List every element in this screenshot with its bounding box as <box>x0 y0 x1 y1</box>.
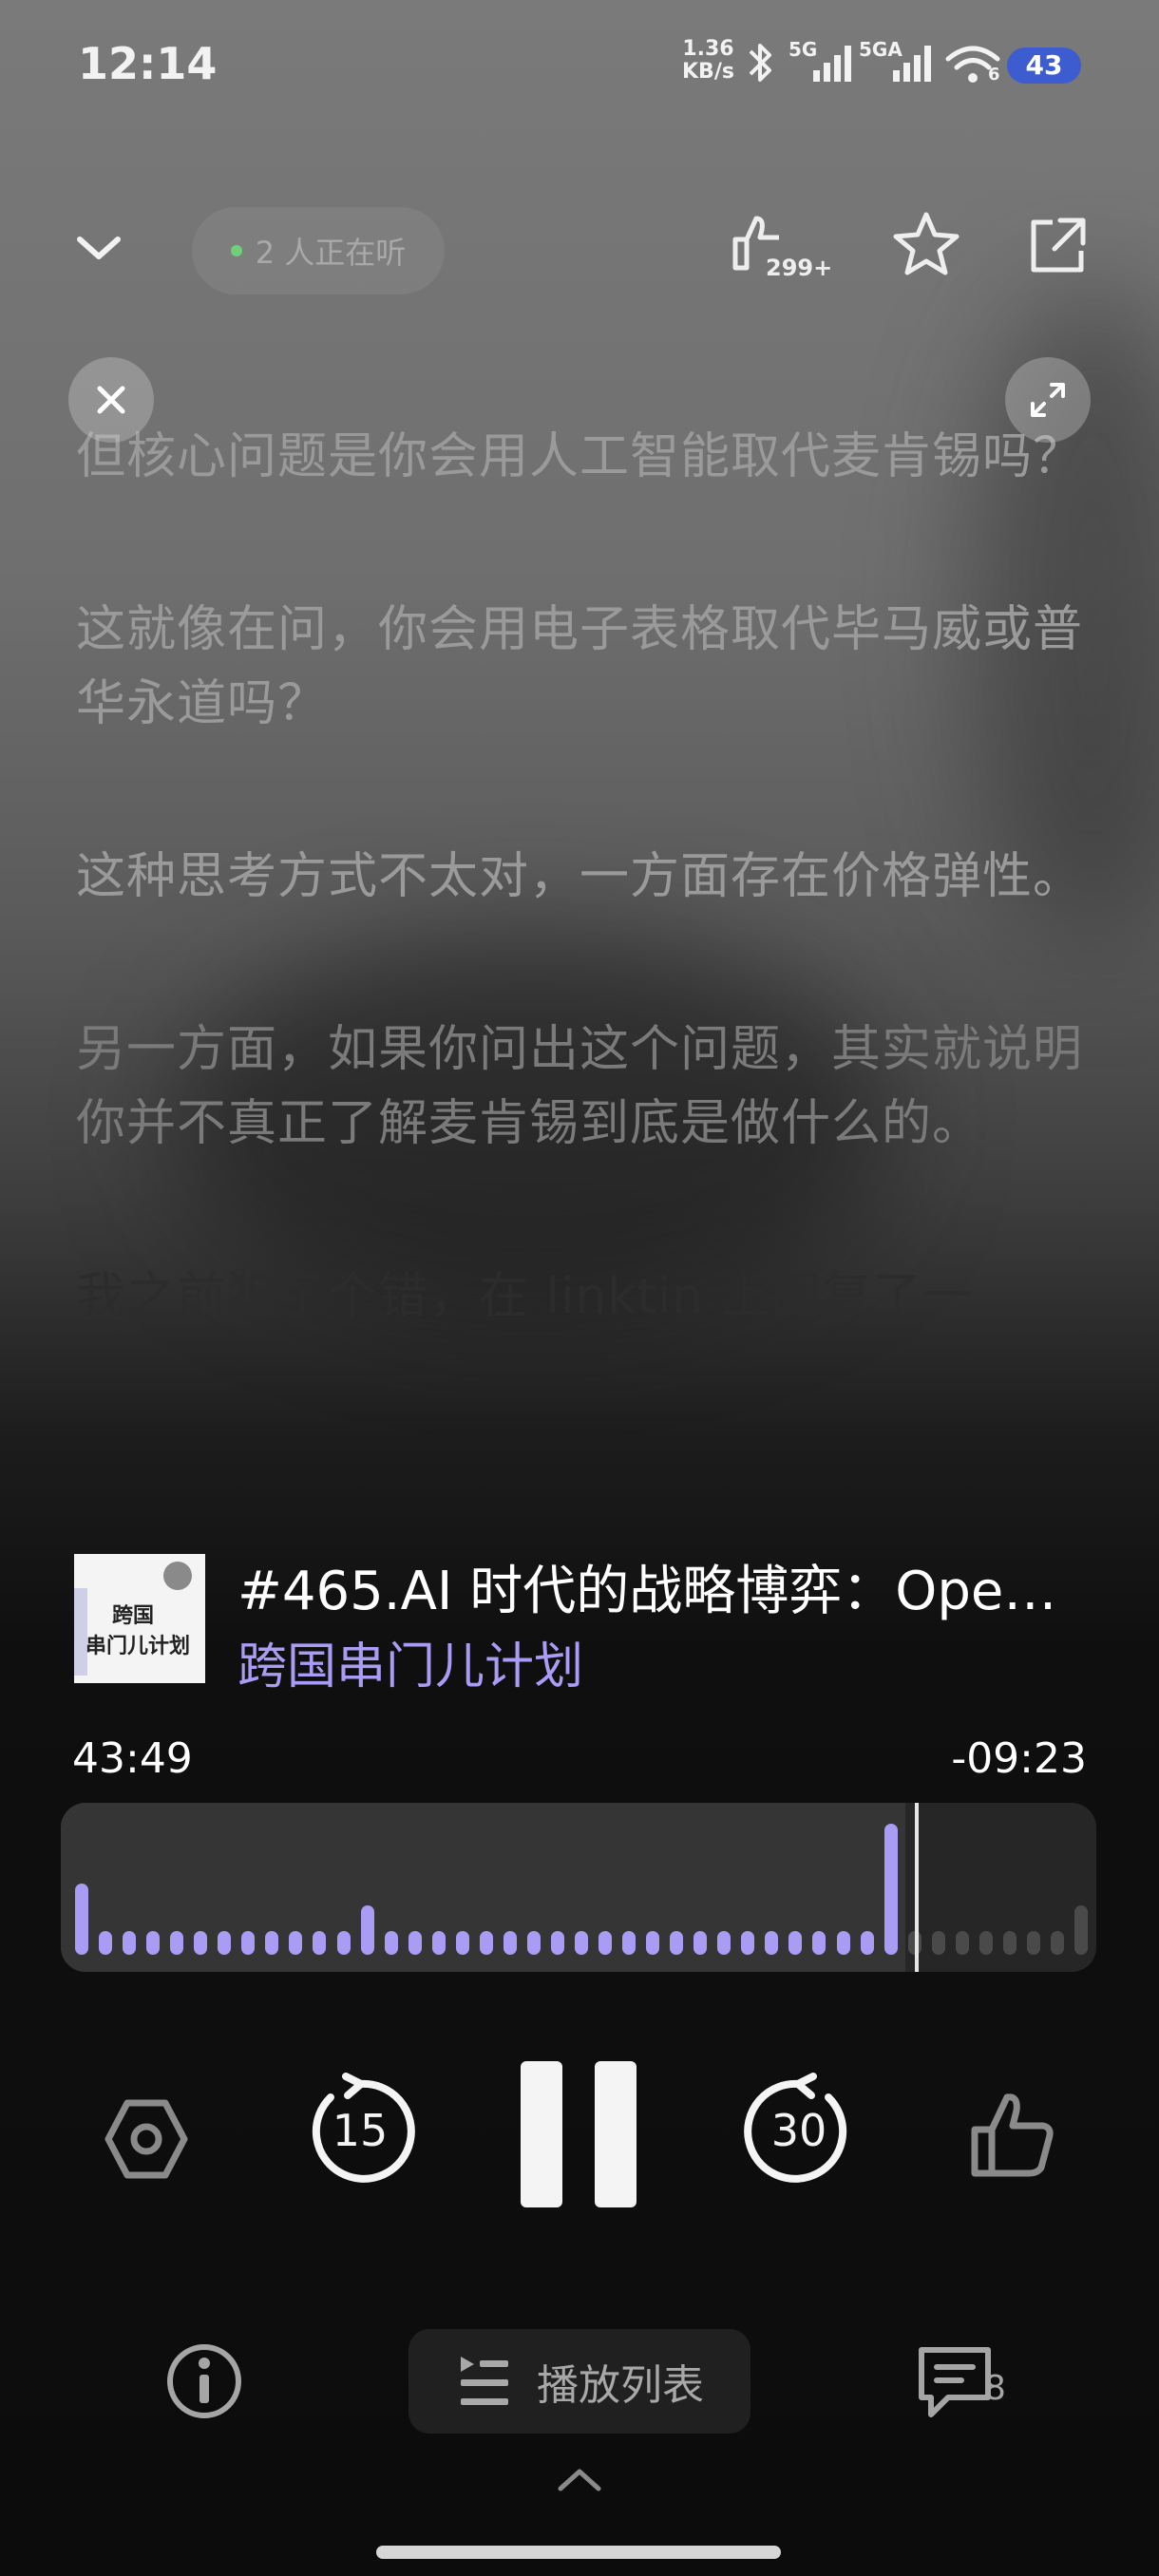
waveform-bar <box>694 1930 708 1955</box>
close-transcript-button[interactable] <box>68 357 154 443</box>
thumbs-up-icon[interactable] <box>967 2088 1058 2181</box>
transcript-paragraph: 另一方面，如果你问出这个问题，其实就说明你并不真正了解麦肯锡到底是做什么的。 <box>76 1021 1084 1152</box>
waveform-bar <box>170 1930 184 1955</box>
transcript-paragraph: 我之前犯了个错，在 linktin 上回复了一 <box>76 1268 973 1316</box>
waveform-bar <box>360 1904 374 1955</box>
playlist-button[interactable]: 播放列表 <box>408 2329 750 2434</box>
waveform-bar <box>455 1930 469 1955</box>
waveform-scrubber[interactable] <box>61 1803 1096 1972</box>
waveform-bar <box>194 1930 208 1955</box>
expand-transcript-button[interactable] <box>1005 357 1091 443</box>
waveform-bar <box>717 1930 732 1955</box>
comment-count: 8 <box>984 2369 1006 2408</box>
elapsed-time: 43:49 <box>72 1734 193 1783</box>
status-time: 12:14 <box>78 38 218 89</box>
settings-hexagon-icon[interactable] <box>103 2095 190 2183</box>
playlist-label: 播放列表 <box>537 2361 704 2410</box>
waveform-bar <box>765 1930 779 1955</box>
waveform-bar <box>123 1930 137 1955</box>
cover-text-line: 跨国 <box>112 1604 155 1628</box>
waveform-bar <box>931 1930 945 1955</box>
rewind-15-icon[interactable]: 15 <box>302 2073 418 2188</box>
home-indicator[interactable] <box>376 2546 781 2559</box>
waveform-bar <box>479 1930 493 1955</box>
expand-icon <box>1031 383 1065 417</box>
share-icon[interactable] <box>1026 215 1089 277</box>
waveform-bar <box>741 1930 755 1955</box>
waveform-bar <box>241 1930 256 1955</box>
waveform-bar <box>812 1930 826 1955</box>
rewind-seconds: 15 <box>332 2105 389 2156</box>
waveform-bar <box>336 1930 351 1955</box>
cover-text-line: 串门儿计划 <box>86 1635 191 1658</box>
collapse-chevron-icon[interactable] <box>74 226 124 268</box>
star-icon[interactable] <box>891 209 961 279</box>
remaining-time: -09:23 <box>951 1734 1087 1783</box>
transcript-paragraph: 但核心问题是你会用人工智能取代麦肯锡吗？ <box>76 428 1084 485</box>
close-icon <box>97 386 125 414</box>
waveform-bar <box>289 1930 303 1955</box>
waveform-bar <box>836 1930 850 1955</box>
waveform-bar <box>99 1930 113 1955</box>
pause-button-right[interactable] <box>595 2061 636 2207</box>
episode-title[interactable]: #465.AI 时代的战略博弈：OpenAI、Anthropic 与 Googl… <box>238 1548 1074 1625</box>
playlist-icon <box>461 2357 508 2405</box>
cover-art <box>163 1562 192 1590</box>
waveform-bar <box>1074 1904 1088 1955</box>
cover-text: 跨国 串门儿计划 <box>86 1601 190 1662</box>
waveform-bar <box>384 1930 398 1955</box>
listeners-pill[interactable]: 2 人正在听 <box>192 207 445 294</box>
waveform-bar <box>218 1930 232 1955</box>
waveform-bar <box>860 1930 874 1955</box>
waveform-bar <box>598 1930 613 1955</box>
waveform-bar <box>1026 1930 1040 1955</box>
forward-30-icon[interactable]: 30 <box>741 2073 857 2188</box>
transcript: 但核心问题是你会用人工智能取代麦肯锡吗？ 这就像在问，你会用电子表格取代毕马威或… <box>76 420 1083 1415</box>
signal-strength-icon <box>893 46 931 82</box>
waveform-bar <box>550 1930 564 1955</box>
network-speed: 1.36 KB/s <box>682 38 734 84</box>
waveform-bar <box>1002 1930 1016 1955</box>
player-screen: 12:14 1.36 KB/s 5G 5GA 6 43 2 人正在听 299+ … <box>0 0 1159 2576</box>
waveform-bar <box>265 1930 279 1955</box>
network-speed-unit: KB/s <box>682 60 734 84</box>
signal-strength-icon <box>813 46 851 82</box>
waveform-bar <box>408 1930 422 1955</box>
live-dot <box>230 245 242 256</box>
wifi-generation: 6 <box>988 65 1000 85</box>
waveform-bar <box>955 1930 969 1955</box>
info-icon[interactable] <box>163 2340 245 2422</box>
transcript-paragraph: 这就像在问，你会用电子表格取代毕马威或普华永道吗？ <box>76 601 1084 732</box>
status-bar: 12:14 1.36 KB/s 5G 5GA 6 43 <box>0 0 1159 133</box>
listeners-count: 2 人正在听 <box>255 235 407 271</box>
waveform-bar <box>622 1930 636 1955</box>
battery-level: 43 <box>1007 47 1081 84</box>
waveform-bar <box>884 1824 898 1955</box>
waveform-bar <box>670 1930 684 1955</box>
podcast-name[interactable]: 跨国串门儿计划 <box>238 1626 583 1697</box>
waveform-bar <box>75 1884 88 1955</box>
podcast-cover[interactable]: 跨国 串门儿计划 <box>74 1554 205 1683</box>
waveform-bar <box>313 1930 327 1955</box>
waveform-bar <box>503 1930 517 1955</box>
waveform-bar <box>1050 1930 1064 1955</box>
like-count: 299+ <box>766 255 833 281</box>
waveform-bar <box>146 1930 161 1955</box>
network-speed-value: 1.36 <box>682 37 734 61</box>
forward-seconds: 30 <box>771 2105 827 2156</box>
waveform-bar <box>646 1930 660 1955</box>
transcript-paragraph: 这种思考方式不太对，一方面存在价格弹性。 <box>76 848 1084 905</box>
playhead[interactable] <box>914 1803 919 1972</box>
waveform-bar <box>575 1930 588 1955</box>
pause-button-left[interactable] <box>521 2061 562 2207</box>
waveform-bar <box>431 1930 446 1955</box>
waveform-bar <box>788 1930 803 1955</box>
waveform-bar <box>978 1930 993 1955</box>
expand-up-chevron-icon[interactable] <box>555 2466 604 2494</box>
bluetooth-icon <box>749 44 771 82</box>
waveform-bar <box>526 1930 541 1955</box>
